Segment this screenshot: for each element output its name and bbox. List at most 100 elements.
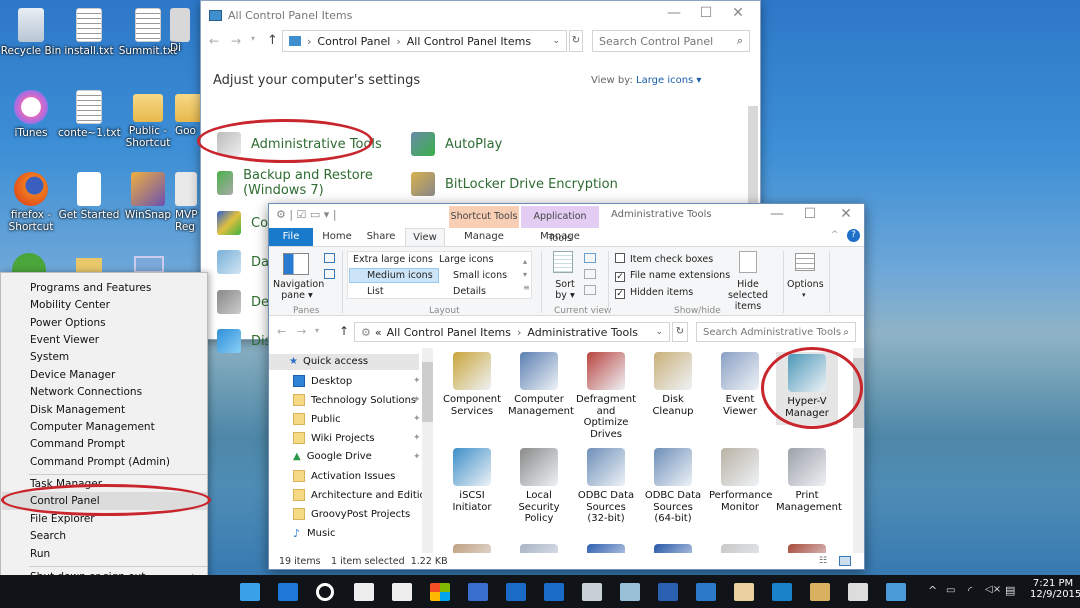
ie-icon[interactable] — [240, 583, 260, 601]
desktop-icon-recycle-bin[interactable]: Recycle Bin — [0, 8, 62, 57]
file-item[interactable] — [776, 544, 838, 553]
folder-icon[interactable] — [76, 258, 102, 273]
menu-item-system[interactable]: System — [30, 351, 69, 363]
file-item[interactable]: Disk Cleanup — [642, 352, 704, 417]
menu-item-event-viewer[interactable]: Event Viewer — [30, 334, 99, 346]
menu-item-run[interactable]: Run — [30, 548, 50, 560]
cp-item-backup-restore[interactable]: Backup and Restore (Windows 7) — [217, 168, 387, 198]
details-view-button[interactable]: ☷ — [819, 556, 827, 566]
nav-item-wiki-projects[interactable]: Wiki Projects — [293, 432, 375, 444]
checkbox-hidden-items[interactable]: ✓ Hidden items — [615, 287, 693, 299]
tab-application-manage[interactable]: Manage — [521, 228, 599, 246]
checkbox-item-check-boxes[interactable]: Item check boxes — [615, 253, 713, 265]
file-item[interactable] — [709, 544, 771, 553]
layout-medium-icons[interactable]: Medium icons — [353, 270, 433, 281]
presentation-icon[interactable] — [582, 583, 602, 601]
hide-selected-items-button[interactable]: Hide selected items — [719, 279, 777, 312]
maximize-button[interactable]: ☐ — [794, 206, 826, 222]
pin-icon[interactable]: ✦ — [413, 414, 421, 424]
nav-item-architecture-edition[interactable]: Architecture and Edition — [293, 489, 432, 501]
checkbox-file-name-extensions[interactable]: ✓ File name extensions — [615, 270, 730, 282]
cp-item-date-time[interactable]: Dat — [217, 250, 274, 274]
address-bar[interactable]: ⚙ « All Control Panel Items › Administra… — [354, 322, 670, 342]
up-button[interactable]: ↑ — [267, 33, 278, 48]
file-item[interactable] — [441, 544, 503, 553]
slack-icon[interactable] — [734, 583, 754, 601]
forward-button[interactable]: → — [297, 325, 306, 338]
powershell-icon[interactable] — [696, 583, 716, 601]
options-dropdown-icon[interactable]: ▾ — [802, 291, 806, 299]
cp-item-autoplay[interactable]: AutoPlay — [411, 132, 502, 156]
desktop-icon-mvp[interactable]: MVP Reg — [175, 172, 200, 233]
yammer-icon[interactable] — [468, 583, 488, 601]
desktop-icon-itunes[interactable]: iTunes — [0, 90, 62, 139]
windows-logo-icon[interactable] — [430, 583, 450, 601]
breadcrumb-control-panel[interactable]: Control Panel — [317, 35, 390, 48]
pin-icon[interactable]: ✦ — [413, 376, 421, 386]
battery-icon[interactable]: ▭ — [946, 585, 955, 596]
file-item[interactable]: Defragment and Optimize Drives — [575, 352, 637, 440]
volume-muted-icon[interactable]: ◁× — [985, 584, 1001, 595]
nav-item-public[interactable]: Public — [293, 413, 341, 425]
nav-item-music[interactable]: ♪ Music — [293, 527, 335, 540]
nav-item-activation-issues[interactable]: Activation Issues — [293, 470, 395, 482]
address-bar[interactable]: › Control Panel › All Control Panel Item… — [282, 30, 567, 52]
scrollbar[interactable] — [748, 106, 758, 206]
trello-icon[interactable] — [772, 583, 792, 601]
nav-item-technology-solutions[interactable]: Technology Solutions — [293, 394, 416, 406]
chevron-down-icon[interactable]: ⌄ — [655, 327, 663, 337]
groove-icon[interactable] — [316, 583, 334, 601]
pin-icon[interactable]: ✦ — [413, 433, 421, 443]
menu-item-mobility-center[interactable]: Mobility Center — [30, 299, 110, 311]
menu-item-power-options[interactable]: Power Options — [30, 317, 106, 329]
file-item[interactable]: ODBC Data Sources (32-bit) — [575, 448, 637, 525]
desktop-icon-conte[interactable]: conte~1.txt — [58, 90, 121, 139]
desktop-icon-get-started[interactable]: Get Started — [58, 172, 120, 221]
desktop-icon-goo[interactable]: Goo — [175, 90, 200, 137]
menu-item-search[interactable]: Search — [30, 530, 66, 542]
details-pane-icon[interactable] — [324, 269, 335, 279]
nav-item-groovypost-projects[interactable]: GroovyPost Projects — [293, 508, 410, 520]
notepad-icon[interactable] — [620, 583, 640, 601]
file-item[interactable]: Print Management — [776, 448, 842, 513]
nav-item-google-drive[interactable]: ▲ Google Drive — [293, 451, 372, 462]
utorrent-icon[interactable] — [12, 253, 46, 273]
show-hidden-icons[interactable]: ^ — [928, 584, 937, 597]
paint-icon[interactable] — [810, 583, 830, 601]
checkbox-checked[interactable]: ✓ — [615, 272, 625, 282]
desktop-icon-firefox[interactable]: firefox - Shortcut — [0, 172, 62, 233]
file-item[interactable]: Local Security Policy — [508, 448, 570, 525]
chevron-down-icon[interactable]: ⌄ — [552, 36, 560, 46]
outlook-2-icon[interactable] — [544, 583, 564, 601]
menu-item-command-prompt-admin[interactable]: Command Prompt (Admin) — [30, 456, 170, 468]
desktop-icon-di[interactable]: Di — [170, 8, 200, 54]
pin-icon[interactable]: ✦ — [413, 395, 421, 405]
pin-icon[interactable]: ✦ — [413, 452, 421, 462]
layout-large-icons[interactable]: Large icons — [439, 254, 493, 265]
outlook-icon[interactable] — [506, 583, 526, 601]
back-button[interactable]: ← — [277, 325, 286, 338]
word-icon[interactable] — [658, 583, 678, 601]
file-item[interactable]: Component Services — [441, 352, 503, 417]
back-button[interactable]: ← — [209, 34, 219, 48]
snipping-tool-icon[interactable] — [848, 583, 868, 601]
large-icons-view-button[interactable] — [839, 556, 851, 566]
menu-item-disk-management[interactable]: Disk Management — [30, 404, 125, 416]
group-by-icon[interactable] — [584, 253, 596, 263]
minimize-button[interactable]: — — [761, 206, 793, 222]
up-button[interactable]: ↑ — [339, 324, 349, 338]
recent-dropdown[interactable]: ▾ — [315, 326, 319, 335]
clock[interactable]: 7:21 PM 12/9/2015 — [1030, 578, 1080, 600]
menu-item-computer-management[interactable]: Computer Management — [30, 421, 155, 433]
layout-details[interactable]: Details — [439, 286, 486, 297]
gallery-scroll[interactable]: ▴ ▾ ≡ — [523, 255, 530, 294]
search-input[interactable]: Search Administrative Tools ⌕ — [696, 322, 856, 342]
people-icon[interactable] — [392, 583, 412, 601]
menu-item-device-manager[interactable]: Device Manager — [30, 369, 115, 381]
desktop-icon-winsnap[interactable]: WinSnap — [117, 172, 179, 221]
tab-home[interactable]: Home — [317, 228, 357, 246]
view-by-dropdown[interactable]: Large icons ▾ — [636, 75, 701, 86]
desktop-icon-public[interactable]: Public - Shortcut — [117, 90, 179, 149]
tab-file[interactable]: File — [269, 228, 313, 246]
tab-shortcut-manage[interactable]: Manage — [449, 228, 519, 246]
